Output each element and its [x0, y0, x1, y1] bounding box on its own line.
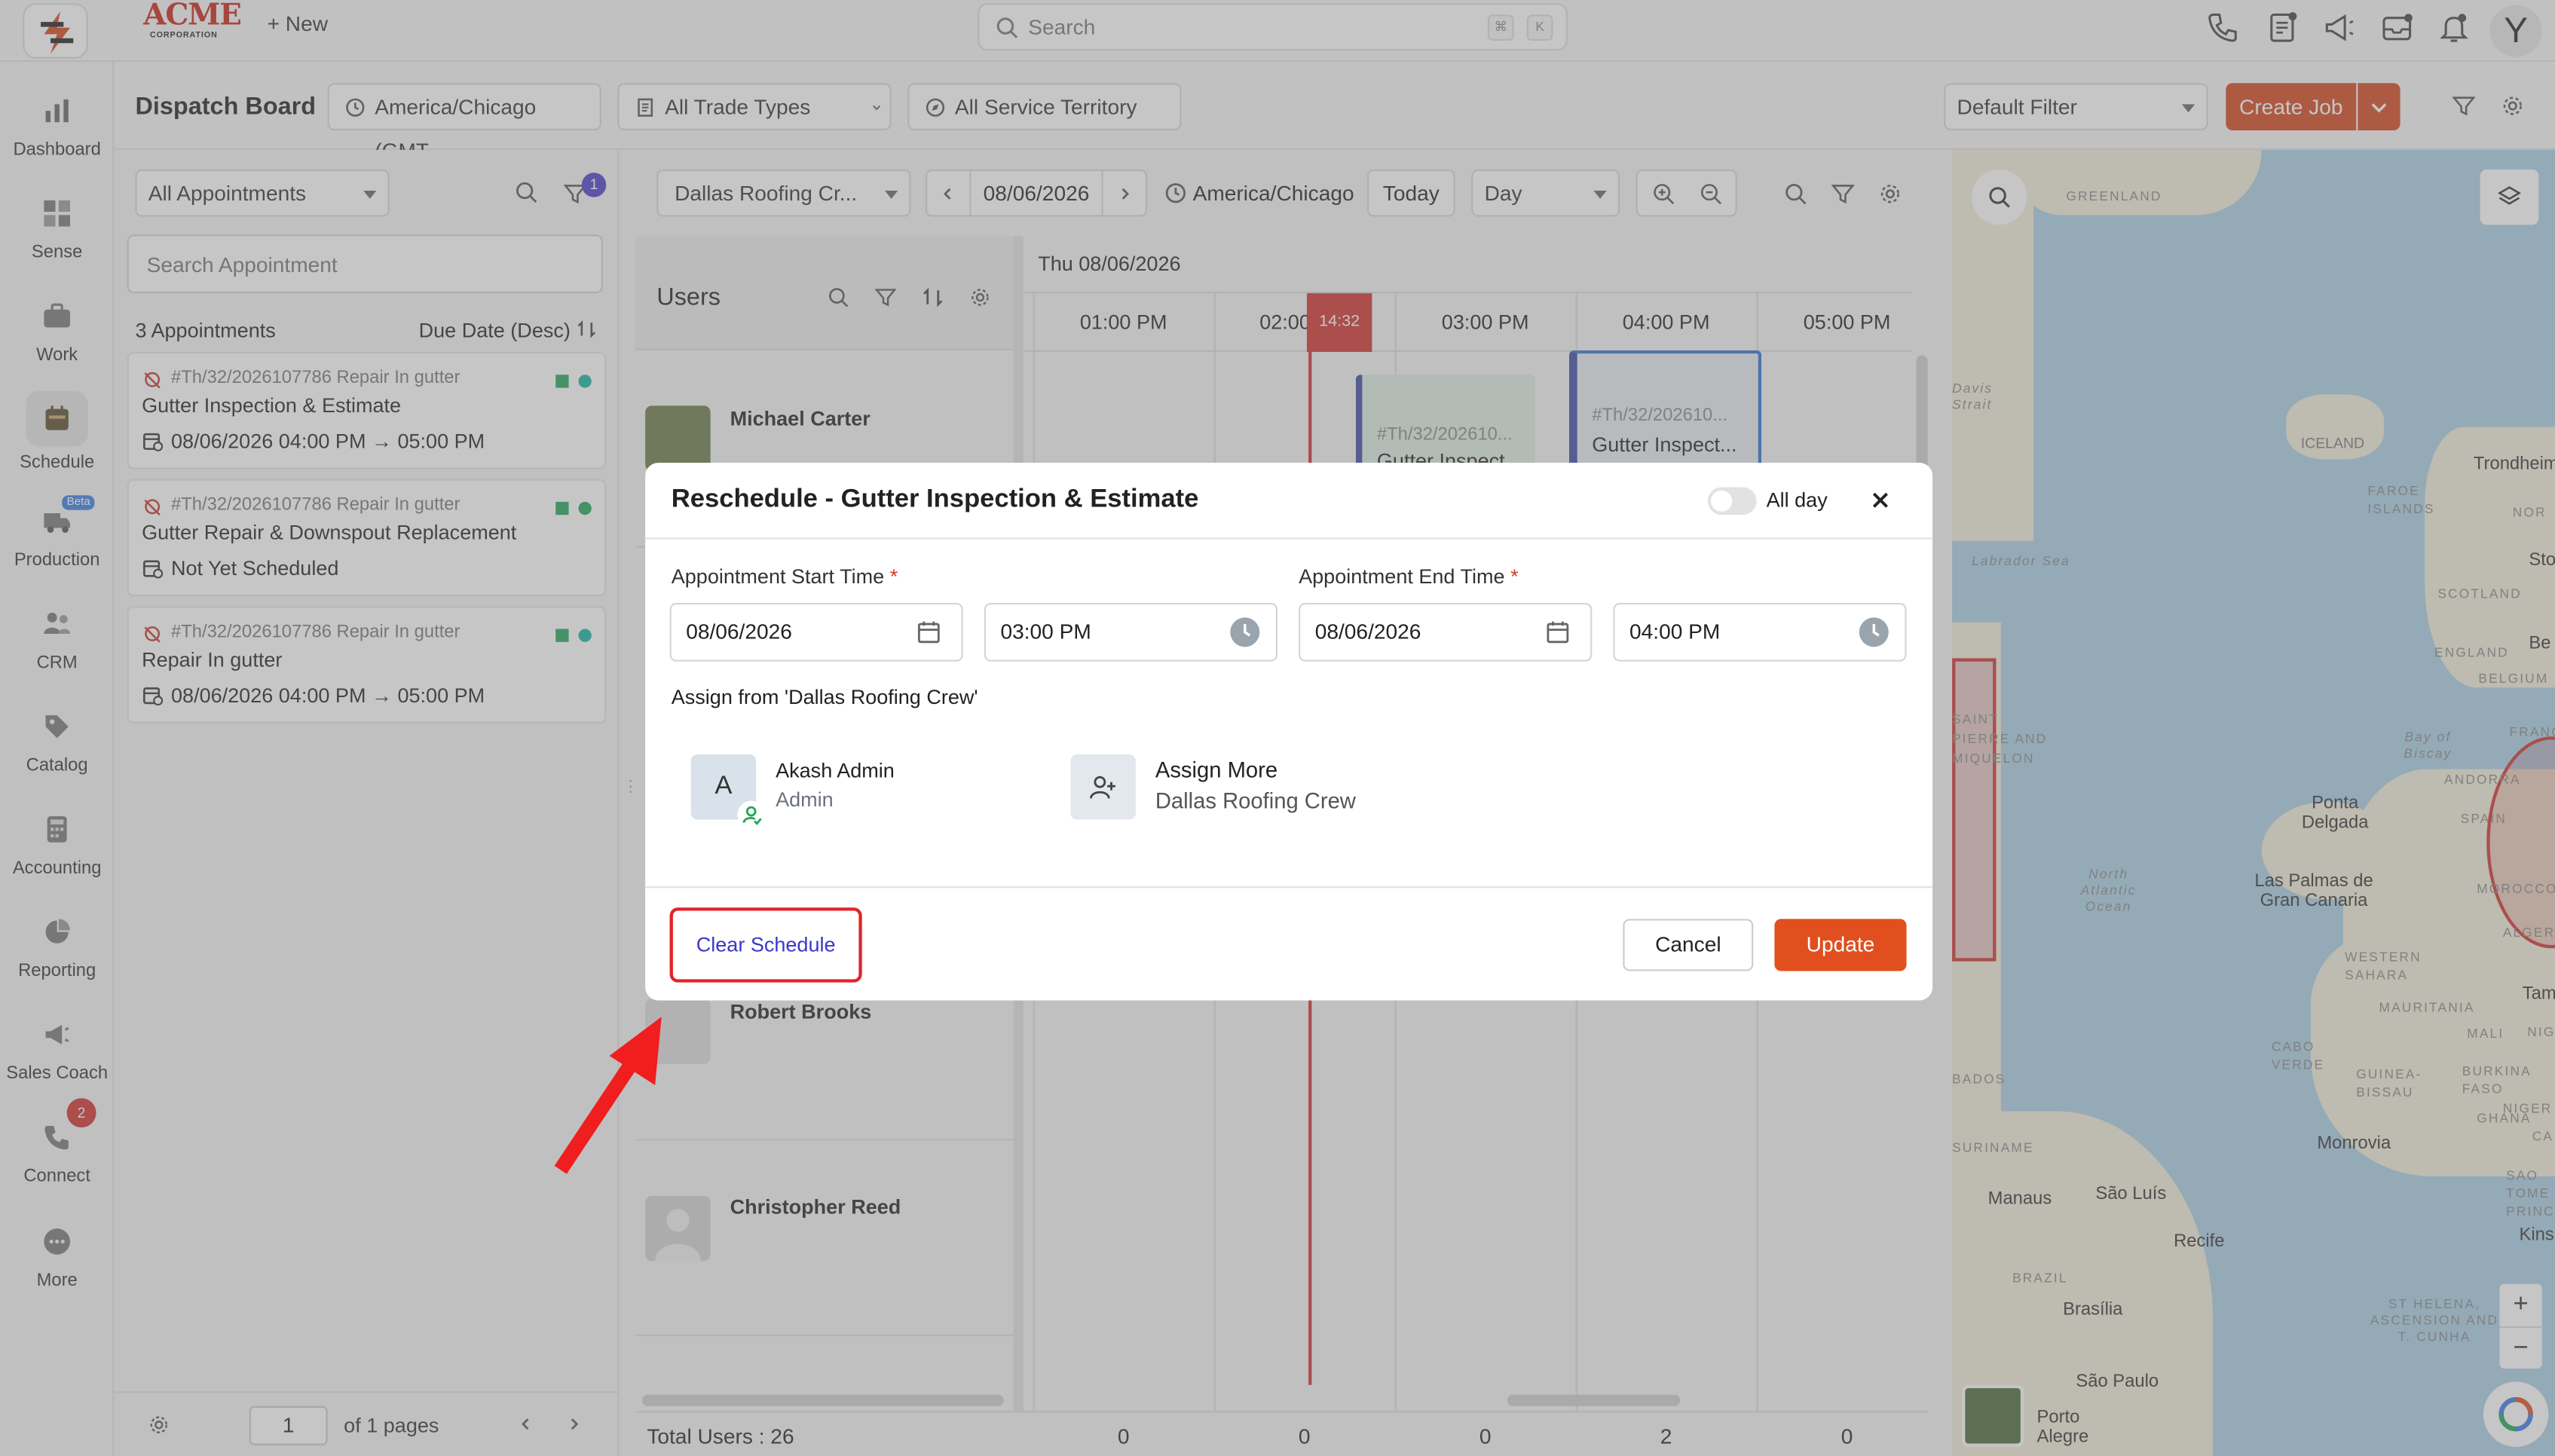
- calendar-icon: [917, 621, 940, 644]
- required-mark: *: [1510, 565, 1519, 589]
- cancel-button[interactable]: Cancel: [1623, 919, 1754, 971]
- required-mark: *: [889, 565, 898, 589]
- start-time-label-text: Appointment Start Time: [671, 565, 885, 589]
- user-check-icon: [737, 800, 766, 829]
- all-day-toggle[interactable]: [1707, 487, 1757, 515]
- close-icon[interactable]: [1869, 489, 1892, 512]
- start-time-label: Appointment Start Time *: [672, 565, 898, 588]
- annotation-arrow-icon: [554, 1017, 662, 1174]
- modal-title: Reschedule - Gutter Inspection & Estimat…: [671, 485, 1199, 514]
- end-time-label: Appointment End Time *: [1299, 565, 1518, 588]
- end-date-value: 08/06/2026: [1314, 619, 1421, 644]
- end-date-field[interactable]: 08/06/2026: [1299, 602, 1593, 662]
- clear-schedule-button[interactable]: Clear Schedule: [669, 907, 862, 983]
- assign-more-button[interactable]: [1070, 754, 1136, 820]
- assign-more-label[interactable]: Assign More: [1155, 757, 1278, 782]
- assign-from-label: Assign from 'Dallas Roofing Crew': [671, 686, 978, 709]
- assign-more-sub: Dallas Roofing Crew: [1155, 788, 1356, 813]
- assignee-name: Akash Admin: [776, 759, 895, 782]
- clock-icon: [1859, 617, 1889, 647]
- start-date-value: 08/06/2026: [686, 619, 792, 644]
- end-time-value: 04:00 PM: [1629, 619, 1721, 644]
- calendar-icon: [1547, 621, 1569, 644]
- all-day-label: All day: [1766, 488, 1828, 512]
- update-button[interactable]: Update: [1774, 919, 1907, 971]
- toggle-knob: [1711, 490, 1733, 512]
- clock-icon: [1230, 617, 1260, 647]
- assignee-avatar: A: [690, 754, 766, 829]
- start-date-field[interactable]: 08/06/2026: [669, 602, 963, 662]
- assignee-role: Admin: [776, 788, 834, 812]
- add-user-icon: [1090, 775, 1115, 799]
- start-time-value: 03:00 PM: [1000, 619, 1091, 644]
- end-time-field[interactable]: 04:00 PM: [1613, 602, 1907, 662]
- divider: [645, 537, 1933, 540]
- reschedule-modal: Reschedule - Gutter Inspection & Estimat…: [645, 463, 1933, 1001]
- start-time-field[interactable]: 03:00 PM: [984, 602, 1278, 662]
- divider: [645, 886, 1933, 889]
- end-time-label-text: Appointment End Time: [1299, 565, 1505, 589]
